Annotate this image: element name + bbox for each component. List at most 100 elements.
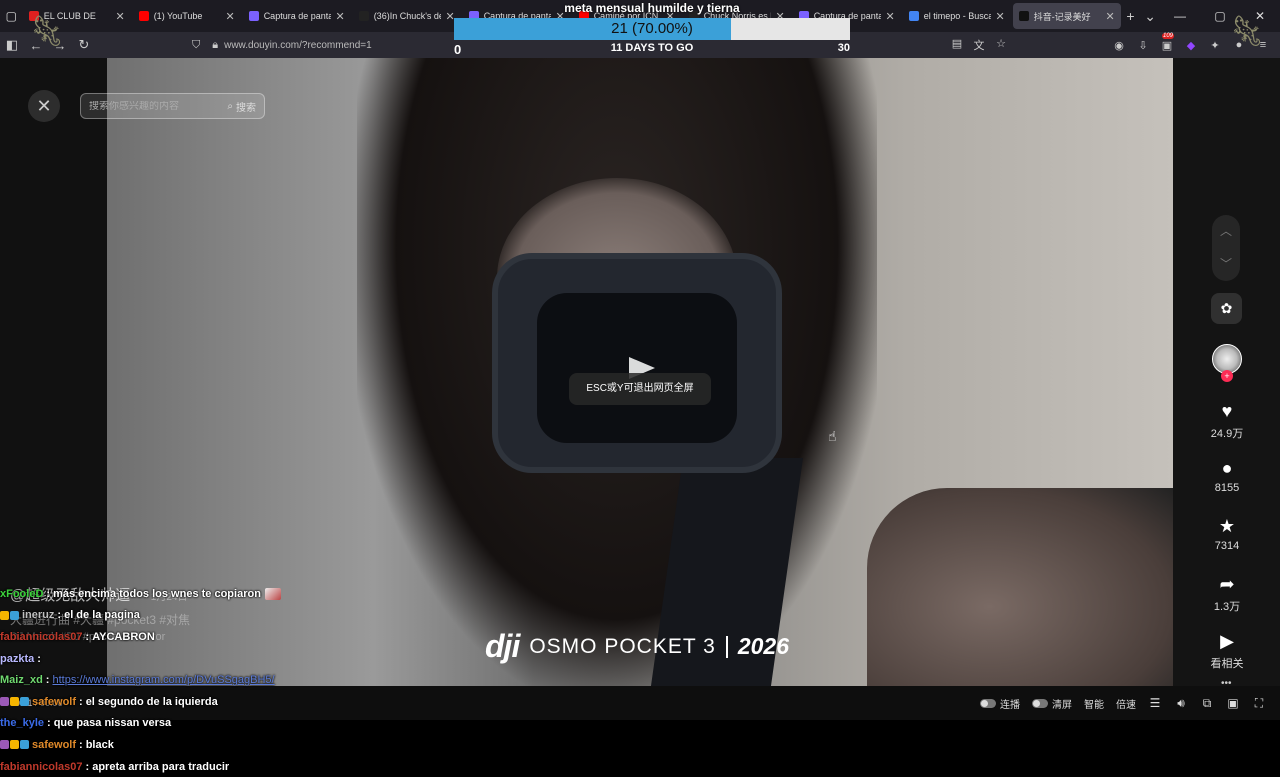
tab-close-icon[interactable]: ✕	[115, 10, 124, 23]
like-button[interactable]: ♥ 24.9万	[1200, 400, 1254, 441]
extension-badge-count: 109	[1162, 32, 1175, 39]
speed-button[interactable]: 倍速	[1116, 696, 1136, 711]
chat-badges	[0, 610, 19, 620]
extension-badge-icon[interactable]: ▣ 109	[1160, 32, 1175, 52]
account-icon[interactable]: ◉	[1112, 39, 1126, 52]
chat-separator: :	[57, 609, 62, 622]
chat-badge-icon	[20, 697, 29, 707]
chat-text: AYCABRON	[92, 630, 155, 643]
favorite-count: 7314	[1214, 540, 1240, 552]
web-fullscreen-icon[interactable]: ▣	[1226, 696, 1240, 710]
chat-username[interactable]: the_kyle	[0, 717, 44, 729]
tab-close-icon[interactable]: ✕	[335, 10, 344, 23]
tab-favicon-icon	[1018, 11, 1029, 21]
shield-icon[interactable]: ⛉	[192, 39, 200, 52]
url-text[interactable]: www.douyin.com/?recommend=1	[224, 40, 372, 51]
list-all-tabs-icon[interactable]: ⌄	[1140, 8, 1160, 25]
chat-username[interactable]: pazkta	[0, 653, 34, 665]
tab-overview-icon[interactable]: ▢	[0, 0, 23, 32]
browser-tab[interactable]: (1) YouTube ✕	[133, 3, 241, 29]
quality-button[interactable]: 智能	[1084, 696, 1104, 711]
autoplay-toggle[interactable]: 连播	[980, 696, 1020, 711]
follow-plus-icon[interactable]: +	[1221, 370, 1233, 382]
minimize-button[interactable]: —	[1160, 9, 1200, 23]
translate-icon[interactable]: 文	[972, 37, 986, 53]
tab-close-icon[interactable]: ✕	[995, 10, 1004, 23]
prev-video-chevron-up-icon[interactable]: ︿	[1212, 215, 1240, 248]
douyin-page: ESC或Y可退出网页全屏 ☝ dji OSMO POCKET 3 2026 ✕ …	[0, 58, 1280, 773]
new-tab-button[interactable]: +	[1121, 8, 1141, 24]
chat-badge-icon	[0, 697, 9, 707]
chat-badges	[0, 697, 29, 707]
chat-separator: :	[45, 674, 50, 687]
chat-username[interactable]: fabiannicolas07	[0, 631, 83, 643]
puzzle-extensions-icon[interactable]: ✦	[1208, 39, 1222, 52]
chat-text: apreta arriba para traducir	[92, 760, 230, 773]
video-nav-pill: ︿ ﹀	[1212, 215, 1240, 281]
browser-tab[interactable]: el timepo - Buscar ✕	[903, 3, 1011, 29]
chat-username[interactable]: fabiannicolas07	[0, 761, 83, 773]
share-button[interactable]: ➦ 1.3万	[1200, 573, 1254, 614]
chat-username[interactable]: Maiz_xd	[0, 674, 43, 686]
chat-separator: :	[85, 760, 90, 773]
exit-fullscreen-tip: ESC或Y可退出网页全屏	[569, 373, 711, 405]
browser-tab[interactable]: Captura de pantalla✕	[243, 3, 351, 29]
tab-close-icon[interactable]: ✕	[885, 10, 894, 23]
stream-goal-widget: meta mensual humilde y tierna 21 (70.00%…	[454, 0, 850, 58]
close-icon[interactable]: ✕	[28, 90, 60, 122]
chat-badges	[0, 740, 29, 750]
chat-message: fabiannicolas07: apreta arriba para tradu…	[0, 756, 310, 777]
tab-favicon-icon	[358, 11, 369, 21]
tab-label: Captura de pantalla	[263, 11, 332, 21]
bookmark-star-icon[interactable]: ☆	[994, 37, 1008, 53]
brand-model: OSMO POCKET 3	[529, 634, 716, 658]
tab-favicon-icon	[908, 11, 919, 21]
chat-message: pazkta:	[0, 648, 310, 670]
lock-icon[interactable]: 🔒︎	[212, 39, 218, 52]
ai-assistant-icon[interactable]: ✿	[1211, 293, 1242, 324]
tab-favicon-icon	[138, 11, 149, 21]
related-button[interactable]: ▶ 看相关	[1200, 630, 1254, 671]
goal-max: 30	[837, 42, 850, 54]
chat-message: Maiz_xd: https://www.instagram.com/p/DVuS…	[0, 669, 310, 691]
search-button[interactable]: ⌕ 搜索	[227, 99, 256, 114]
tab-close-icon[interactable]: ✕	[1105, 10, 1114, 23]
sidebar-toggle-icon[interactable]: ◧	[0, 37, 24, 53]
download-icon[interactable]: ⇩	[1136, 39, 1150, 52]
chat-message: xFooleD: más encima todos los wnes te cop…	[0, 583, 310, 605]
chat-message: safewolf: el segundo de la iquierda	[0, 691, 310, 713]
browser-tab[interactable]: 抖音-记录美好 ✕	[1012, 3, 1121, 29]
playlist-icon[interactable]: ☰	[1148, 696, 1162, 710]
tab-close-icon[interactable]: ✕	[225, 10, 234, 23]
chat-badge-icon	[0, 610, 9, 620]
clear-screen-toggle[interactable]: 清屏	[1032, 696, 1072, 711]
gecko-overlay-right: 🦎︎	[1228, 15, 1267, 48]
favorite-button[interactable]: ★ 7314	[1200, 515, 1254, 552]
chat-separator: :	[79, 738, 83, 751]
volume-icon[interactable]: 🔊︎	[1174, 696, 1188, 711]
chat-separator: :	[37, 652, 41, 665]
chat-username[interactable]: xFooleD	[0, 588, 43, 600]
chat-link[interactable]: https://www.instagram.com/p/DVuSSgagBH5/	[52, 674, 274, 686]
pip-icon[interactable]: ⧉	[1200, 696, 1214, 711]
chat-message: the_kyle: que pasa nissan versa	[0, 713, 310, 735]
chat-username[interactable]: safewolf	[32, 739, 76, 751]
comment-count: 8155	[1214, 482, 1240, 494]
gecko-overlay-left: 🦎︎	[28, 15, 67, 48]
browser-tab[interactable]: (36)In Chuck's defe✕	[353, 3, 461, 29]
next-video-chevron-down-icon[interactable]: ﹀	[1212, 248, 1240, 281]
clear-screen-switch	[1032, 698, 1048, 708]
search-input[interactable]	[89, 100, 228, 112]
chat-message: fabiannicolas07: AYCABRON	[0, 626, 310, 648]
reload-button[interactable]: ↻	[72, 37, 96, 53]
comment-button[interactable]: ● 8155	[1200, 457, 1254, 494]
reader-mode-icon[interactable]: ▤	[950, 37, 964, 53]
dji-logo: dji	[485, 628, 520, 664]
fullscreen-icon[interactable]: ⛶	[1252, 696, 1266, 711]
chat-badge-icon	[0, 740, 9, 750]
chat-username[interactable]: ineruz	[22, 609, 54, 621]
search-box[interactable]: ⌕搜索	[80, 93, 265, 119]
chat-username[interactable]: safewolf	[32, 696, 76, 708]
twitch-extension-icon[interactable]: ◆	[1184, 39, 1198, 52]
star-icon: ★	[1218, 516, 1236, 536]
